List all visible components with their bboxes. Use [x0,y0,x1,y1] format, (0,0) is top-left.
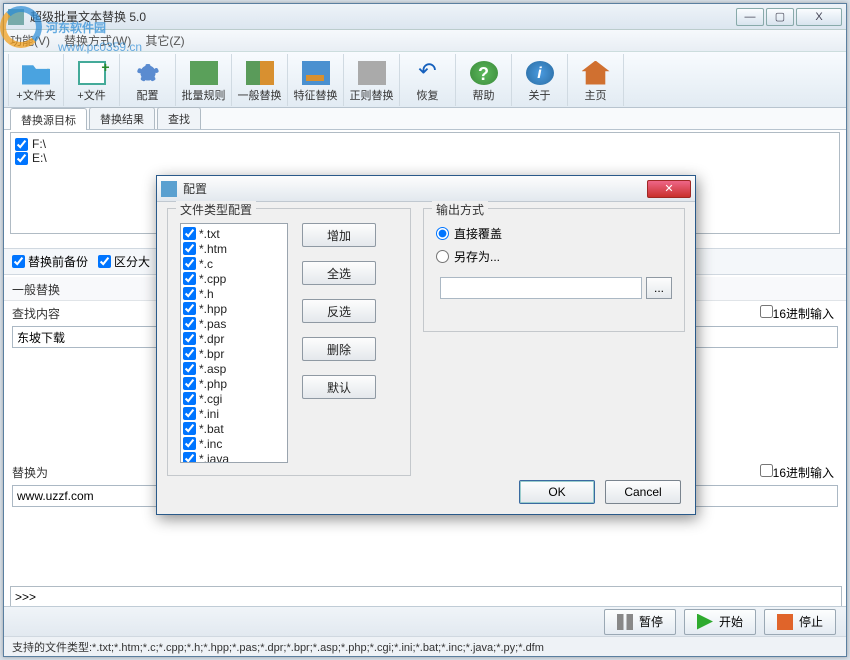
select-all-button[interactable]: 全选 [302,261,376,285]
regex-replace-button[interactable]: 正则替换 [344,54,400,106]
hex-input-checkbox[interactable]: 16进制输入 [760,305,834,322]
home-icon [582,61,610,85]
app-icon [8,9,24,25]
output-groupbox: 输出方式 直接覆盖 另存为... ... [423,208,685,332]
menu-replace-mode[interactable]: 替换方式(W) [64,32,131,49]
help-icon: ? [470,61,498,85]
find-label: 查找内容 [12,301,60,326]
filetype-item[interactable]: *.c [183,256,285,271]
filetype-item[interactable]: *.bpr [183,346,285,361]
case-checkbox[interactable]: 区分大 [98,253,150,270]
play-icon [697,614,713,630]
invert-select-button[interactable]: 反选 [302,299,376,323]
saveas-path-input[interactable] [440,277,642,299]
filetype-group-title: 文件类型配置 [176,201,256,218]
tab-find[interactable]: 查找 [157,107,201,129]
dialog-close-button[interactable]: ✕ [647,180,691,198]
backup-checkbox[interactable]: 替换前备份 [12,253,88,270]
file-plus-icon [78,61,106,85]
pause-icon [617,614,633,630]
filetype-item[interactable]: *.hpp [183,301,285,316]
add-filetype-button[interactable]: 增加 [302,223,376,247]
filetype-item[interactable]: *.ini [183,406,285,421]
rule-icon [190,61,218,85]
normal-replace-button[interactable]: 一般替换 [232,54,288,106]
minimize-button[interactable]: — [736,8,764,26]
filetype-item[interactable]: *.inc [183,436,285,451]
pause-button[interactable]: 暂停 [604,609,676,635]
filetype-item[interactable]: *.asp [183,361,285,376]
dialog-titlebar: 配置 ✕ [157,176,695,202]
filetype-item[interactable]: *.cgi [183,391,285,406]
menubar: 功能(V) 替换方式(W) 其它(Z) [4,30,846,52]
config-dialog: 配置 ✕ 文件类型配置 *.txt*.htm*.c*.cpp*.h*.hpp*.… [156,175,696,515]
menu-other[interactable]: 其它(Z) [145,32,184,49]
add-folder-button[interactable]: +文件夹 [8,54,64,106]
drive-item[interactable]: E:\ [15,151,835,165]
hex-input-checkbox-2[interactable]: 16进制输入 [760,464,834,481]
help-button[interactable]: ?帮助 [456,54,512,106]
undo-icon: ↶ [414,61,442,85]
default-button[interactable]: 默认 [302,375,376,399]
dialog-title: 配置 [183,180,647,197]
status-bar: 支持的文件类型:*.txt;*.htm;*.c;*.cpp;*.h;*.hpp;… [4,636,846,656]
filetype-item[interactable]: *.h [183,286,285,301]
filetype-item[interactable]: *.dpr [183,331,285,346]
toolbar: +文件夹 +文件 配置 批量规则 一般替换 特征替换 正则替换 ↶恢复 ?帮助 … [4,52,846,108]
filetype-item[interactable]: *.cpp [183,271,285,286]
about-button[interactable]: i关于 [512,54,568,106]
filetype-groupbox: 文件类型配置 *.txt*.htm*.c*.cpp*.h*.hpp*.pas*.… [167,208,411,476]
prompt-line[interactable]: >>> [10,586,842,608]
filetype-item[interactable]: *.pas [183,316,285,331]
ok-button[interactable]: OK [519,480,595,504]
replace-icon [246,61,274,85]
filetype-item[interactable]: *.htm [183,241,285,256]
drive-item[interactable]: F:\ [15,137,835,151]
restore-button[interactable]: ↶恢复 [400,54,456,106]
delete-filetype-button[interactable]: 删除 [302,337,376,361]
filetype-item[interactable]: *.txt [183,226,285,241]
maximize-button[interactable]: ▢ [766,8,794,26]
feature-replace-button[interactable]: 特征替换 [288,54,344,106]
close-button[interactable]: X [796,8,842,26]
filetype-item[interactable]: *.java [183,451,285,463]
config-button[interactable]: 配置 [120,54,176,106]
dialog-icon [161,181,177,197]
filetype-item[interactable]: *.bat [183,421,285,436]
filetype-list[interactable]: *.txt*.htm*.c*.cpp*.h*.hpp*.pas*.dpr*.bp… [180,223,288,463]
regex-icon [358,61,386,85]
radio-saveas[interactable]: 另存为... [436,248,672,265]
drive-checkbox[interactable] [15,138,28,151]
stop-icon [777,614,793,630]
info-icon: i [526,61,554,85]
window-title: 超级批量文本替换 5.0 [30,8,736,25]
replace-label: 替换为 [12,460,48,485]
titlebar: 超级批量文本替换 5.0 — ▢ X [4,4,846,30]
bottom-row: 暂停 开始 停止 [4,606,846,636]
browse-button[interactable]: ... [646,277,672,299]
menu-function[interactable]: 功能(V) [10,32,50,49]
batch-rule-button[interactable]: 批量规则 [176,54,232,106]
tab-source-target[interactable]: 替换源目标 [10,108,87,130]
filetype-item[interactable]: *.php [183,376,285,391]
start-button[interactable]: 开始 [684,609,756,635]
gear-icon [134,61,162,85]
tabs-row: 替换源目标 替换结果 查找 [4,108,846,130]
feature-replace-icon [302,61,330,85]
radio-overwrite[interactable]: 直接覆盖 [436,225,672,242]
folder-plus-icon [22,61,50,85]
stop-button[interactable]: 停止 [764,609,836,635]
home-button[interactable]: 主页 [568,54,624,106]
add-file-button[interactable]: +文件 [64,54,120,106]
output-group-title: 输出方式 [432,201,488,218]
cancel-button[interactable]: Cancel [605,480,681,504]
drive-checkbox[interactable] [15,152,28,165]
tab-results[interactable]: 替换结果 [89,107,155,129]
